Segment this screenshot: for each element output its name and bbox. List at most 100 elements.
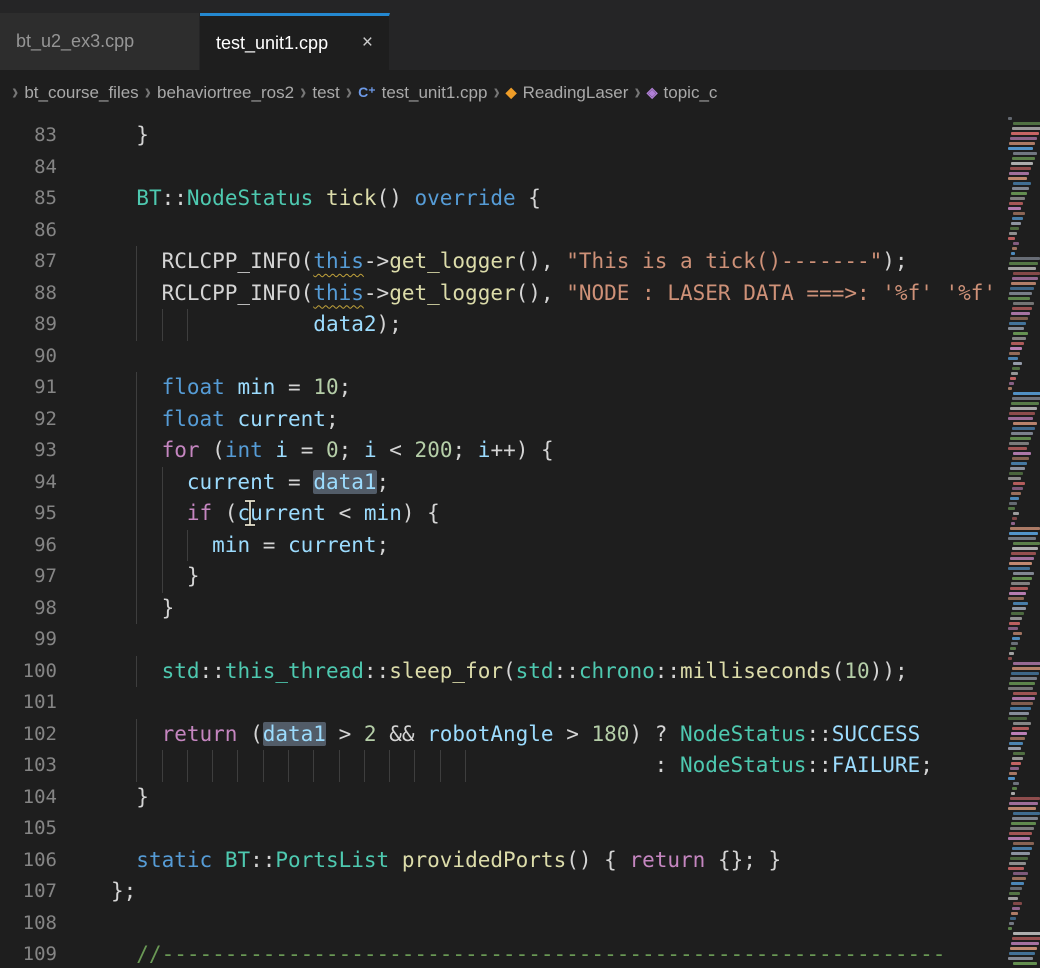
minimap-line — [1010, 257, 1040, 260]
line-number[interactable]: 107 — [0, 876, 57, 908]
line-number[interactable]: 98 — [0, 593, 57, 625]
line-number[interactable]: 91 — [0, 372, 57, 404]
editor-tab-bt_u2_ex3.cpp[interactable]: bt_u2_ex3.cpp — [0, 13, 200, 70]
code-line[interactable]: 98 } — [0, 593, 1040, 625]
syntax-token: ); — [882, 249, 907, 273]
line-number[interactable]: 100 — [0, 656, 57, 688]
minimap-line — [1010, 227, 1019, 230]
line-number[interactable]: 95 — [0, 498, 57, 530]
line-number[interactable]: 85 — [0, 183, 57, 215]
syntax-token: } — [111, 564, 200, 588]
code-line[interactable]: 96 min = current; — [0, 530, 1040, 562]
breadcrumb-item-test[interactable]: test — [312, 83, 339, 103]
breadcrumb-item-bt_course_files[interactable]: bt_course_files — [24, 83, 138, 103]
minimap-line — [1011, 822, 1036, 825]
line-number[interactable]: 90 — [0, 341, 57, 373]
code-line[interactable]: 93 for (int i = 0; i < 200; i++) { — [0, 435, 1040, 467]
line-number[interactable]: 96 — [0, 530, 57, 562]
code-line[interactable]: 99 — [0, 624, 1040, 656]
line-number[interactable]: 87 — [0, 246, 57, 278]
code-line[interactable]: 89 data2); — [0, 309, 1040, 341]
code-line[interactable]: 83 } — [0, 120, 1040, 152]
minimap-line — [1013, 872, 1028, 875]
line-number[interactable]: 97 — [0, 561, 57, 593]
line-number[interactable]: 93 — [0, 435, 57, 467]
minimap-line — [1009, 922, 1014, 925]
line-number[interactable]: 101 — [0, 687, 57, 719]
code-line[interactable]: 101 — [0, 687, 1040, 719]
code-line[interactable]: 91 float min = 10; — [0, 372, 1040, 404]
line-number[interactable]: 89 — [0, 309, 57, 341]
indent-guide — [162, 467, 163, 499]
syntax-token: get_logger — [389, 281, 515, 305]
minimap-line — [1013, 932, 1040, 935]
breadcrumb-item-ReadingLaser[interactable]: ◆ReadingLaser — [506, 83, 629, 103]
code-line[interactable]: 105 — [0, 813, 1040, 845]
minimap-line — [1011, 432, 1033, 435]
minimap-line — [1008, 237, 1015, 240]
code-line[interactable]: 90 — [0, 341, 1040, 373]
syntax-token: > — [554, 722, 592, 746]
minimap-line — [1008, 657, 1012, 660]
code-line[interactable]: 109 //----------------------------------… — [0, 939, 1040, 968]
minimap-line — [1009, 772, 1017, 775]
code-content: //--------------------------------------… — [111, 939, 1040, 968]
code-line[interactable]: 88 RCLCPP_INFO(this->get_logger(), "NODE… — [0, 278, 1040, 310]
code-lines: 83 }8485 BT::NodeStatus tick() override … — [0, 120, 1040, 968]
chevron-right-icon: › — [145, 79, 151, 105]
breadcrumb-item-behaviortree_ros2[interactable]: behaviortree_ros2 — [157, 83, 294, 103]
code-editor[interactable]: 83 }8485 BT::NodeStatus tick() override … — [0, 115, 1040, 968]
syntax-token: get_logger — [389, 249, 515, 273]
code-line[interactable]: 97 } — [0, 561, 1040, 593]
breadcrumb-item-topic_c[interactable]: ◈topic_c — [647, 83, 718, 103]
line-number[interactable]: 103 — [0, 750, 57, 782]
line-number[interactable]: 92 — [0, 404, 57, 436]
minimap-line — [1010, 467, 1025, 470]
editor-tab-test_unit1.cpp[interactable]: test_unit1.cpp× — [200, 13, 390, 70]
code-line[interactable]: 94 current = data1; — [0, 467, 1040, 499]
minimap-line — [1013, 242, 1019, 245]
line-number[interactable]: 86 — [0, 215, 57, 247]
minimap[interactable] — [1008, 115, 1040, 968]
syntax-token: ( — [200, 438, 225, 462]
minimap-line — [1011, 492, 1021, 495]
minimap-line — [1012, 637, 1020, 640]
code-line[interactable]: 92 float current; — [0, 404, 1040, 436]
code-line[interactable]: 86 — [0, 215, 1040, 247]
line-number[interactable]: 105 — [0, 813, 57, 845]
indent-guide — [136, 372, 137, 404]
syntax-token: ( — [301, 281, 314, 305]
line-number[interactable]: 109 — [0, 939, 57, 968]
minimap-line — [1008, 957, 1033, 960]
line-number[interactable]: 88 — [0, 278, 57, 310]
code-line[interactable]: 106 static BT::PortsList providedPorts()… — [0, 845, 1040, 877]
indent-guide — [162, 750, 163, 782]
close-tab-icon[interactable]: × — [348, 32, 373, 54]
code-line[interactable]: 100 std::this_thread::sleep_for(std::chr… — [0, 656, 1040, 688]
line-number[interactable]: 83 — [0, 120, 57, 152]
code-line[interactable]: 95 if (current < min) { — [0, 498, 1040, 530]
line-number[interactable]: 104 — [0, 782, 57, 814]
minimap-line — [1009, 862, 1026, 865]
syntax-token: std — [516, 659, 554, 683]
code-line[interactable]: 102 return (data1 > 2 && robotAngle > 18… — [0, 719, 1040, 751]
code-line[interactable]: 84 — [0, 152, 1040, 184]
syntax-token: () { — [566, 848, 629, 872]
syntax-token: NodeStatus — [680, 722, 806, 746]
breadcrumb[interactable]: ›bt_course_files›behaviortree_ros2›test›… — [0, 70, 1040, 115]
line-number[interactable]: 99 — [0, 624, 57, 656]
code-line[interactable]: 103 : NodeStatus::FAILURE; — [0, 750, 1040, 782]
syntax-token — [111, 848, 136, 872]
line-number[interactable]: 84 — [0, 152, 57, 184]
code-line[interactable]: 108 — [0, 908, 1040, 940]
line-number[interactable]: 108 — [0, 908, 57, 940]
code-line[interactable]: 87 RCLCPP_INFO(this->get_logger(), "This… — [0, 246, 1040, 278]
minimap-line — [1010, 197, 1025, 200]
code-line[interactable]: 104 } — [0, 782, 1040, 814]
breadcrumb-item-test_unit1.cpp[interactable]: C⁺test_unit1.cpp — [358, 83, 487, 103]
line-number[interactable]: 102 — [0, 719, 57, 751]
line-number[interactable]: 106 — [0, 845, 57, 877]
code-line[interactable]: 85 BT::NodeStatus tick() override { — [0, 183, 1040, 215]
code-line[interactable]: 107}; — [0, 876, 1040, 908]
line-number[interactable]: 94 — [0, 467, 57, 499]
